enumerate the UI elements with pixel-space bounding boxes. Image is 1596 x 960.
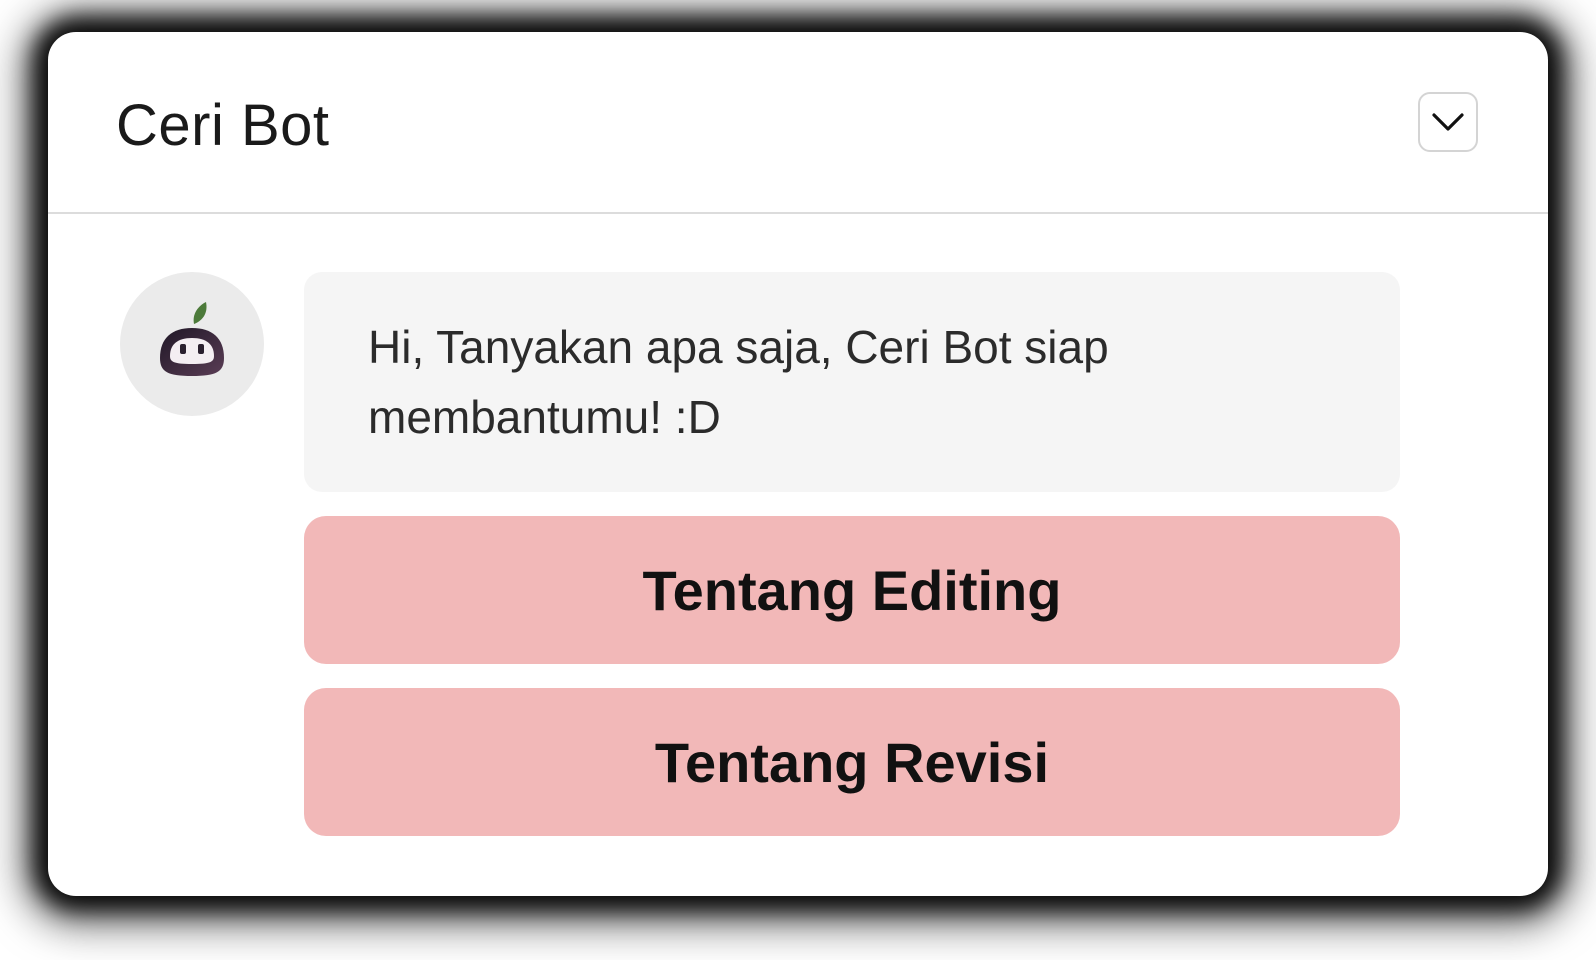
bot-message-bubble: Hi, Tanyakan apa saja, Ceri Bot siap mem…: [304, 272, 1400, 492]
chevron-down-icon: [1432, 113, 1464, 131]
chat-header: Ceri Bot: [48, 32, 1548, 214]
bot-avatar: [120, 272, 264, 416]
chat-widget: Ceri Bot Hi, Tanyakan apa saja, Ceri Bot…: [48, 32, 1548, 896]
option-button-editing[interactable]: Tentang Editing: [304, 516, 1400, 664]
bot-avatar-icon: [160, 302, 224, 376]
bot-message-text: Hi, Tanyakan apa saja, Ceri Bot siap mem…: [368, 321, 1109, 443]
chat-title: Ceri Bot: [116, 93, 330, 158]
collapse-button[interactable]: [1418, 92, 1478, 152]
option-button-revisi[interactable]: Tentang Revisi: [304, 688, 1400, 836]
